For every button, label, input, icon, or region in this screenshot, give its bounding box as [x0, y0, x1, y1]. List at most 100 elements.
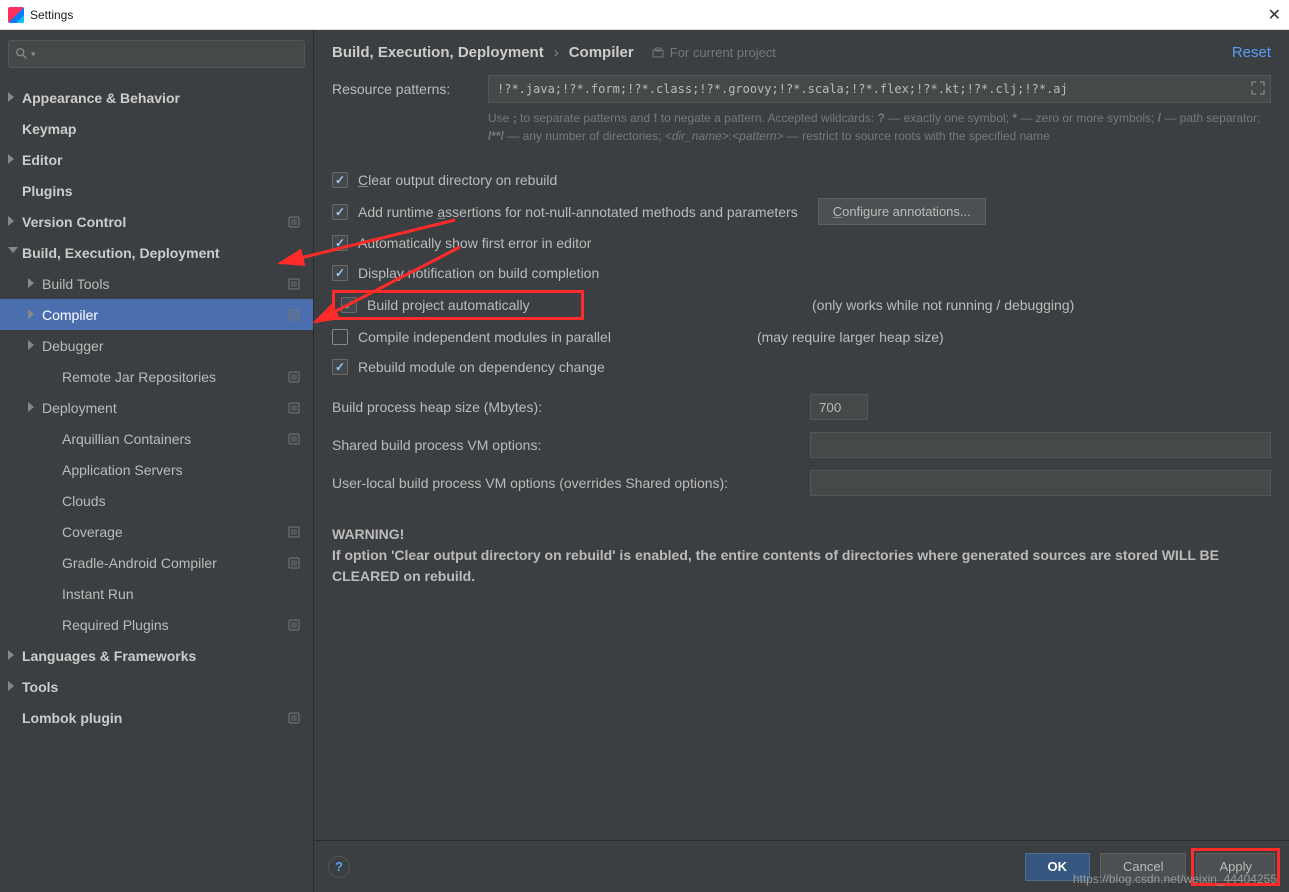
build-auto-highlight: Build project automatically: [332, 290, 584, 320]
tree-item-label: Gradle-Android Compiler: [62, 555, 217, 571]
resource-patterns-hint: Use ; to separate patterns and ! to nega…: [488, 103, 1271, 159]
project-scope-icon: [287, 525, 301, 539]
scope-label: For current project: [652, 45, 776, 60]
close-icon[interactable]: ✕: [1268, 5, 1281, 25]
notification-checkbox[interactable]: [332, 265, 348, 281]
breadcrumb-current: Compiler: [569, 44, 634, 61]
tree-item-languages-frameworks[interactable]: Languages & Frameworks: [0, 640, 313, 671]
chevron-down-icon: ▾: [31, 49, 36, 60]
cancel-button[interactable]: Cancel: [1100, 853, 1186, 881]
project-scope-icon: [287, 556, 301, 570]
project-scope-icon: [287, 432, 301, 446]
help-button[interactable]: ?: [328, 856, 350, 878]
tree-item-appearance-behavior[interactable]: Appearance & Behavior: [0, 82, 313, 113]
tree-item-label: Appearance & Behavior: [22, 90, 180, 106]
tree-item-remote-jar-repositories[interactable]: Remote Jar Repositories: [0, 361, 313, 392]
tree-item-label: Lombok plugin: [22, 710, 122, 726]
project-scope-icon: [287, 308, 301, 322]
project-scope-icon: [287, 215, 301, 229]
parallel-label: Compile independent modules in parallel: [358, 329, 611, 345]
tree-item-build-execution-deployment[interactable]: Build, Execution, Deployment: [0, 237, 313, 268]
notification-label: Display notification on build completion: [358, 265, 599, 281]
tree-item-coverage[interactable]: Coverage: [0, 516, 313, 547]
tree-item-version-control[interactable]: Version Control: [0, 206, 313, 237]
main-panel: Build, Execution, Deployment › Compiler …: [314, 30, 1289, 892]
tree-item-label: Instant Run: [62, 586, 134, 602]
tree-item-editor[interactable]: Editor: [0, 144, 313, 175]
configure-annotations-button[interactable]: Configure annotations...: [818, 198, 986, 225]
project-icon: [652, 47, 664, 59]
tree-item-label: Debugger: [42, 338, 104, 354]
build-auto-note: (only works while not running / debuggin…: [812, 297, 1214, 313]
breadcrumb-parent[interactable]: Build, Execution, Deployment: [332, 44, 544, 61]
chevron-down-icon: [8, 247, 18, 253]
tree-item-required-plugins[interactable]: Required Plugins: [0, 609, 313, 640]
apply-button[interactable]: Apply: [1196, 853, 1275, 881]
search-icon: [15, 47, 29, 61]
user-vm-label: User-local build process VM options (ove…: [332, 475, 810, 491]
shared-vm-label: Shared build process VM options:: [332, 437, 810, 453]
tree-item-tools[interactable]: Tools: [0, 671, 313, 702]
project-scope-icon: [287, 711, 301, 725]
tree-item-application-servers[interactable]: Application Servers: [0, 454, 313, 485]
tree-item-label: Application Servers: [62, 462, 183, 478]
chevron-right-icon: [8, 92, 14, 102]
tree-item-label: Build, Execution, Deployment: [22, 245, 220, 261]
breadcrumb: Build, Execution, Deployment › Compiler …: [314, 30, 1289, 71]
tree-item-clouds[interactable]: Clouds: [0, 485, 313, 516]
tree-item-label: Editor: [22, 152, 62, 168]
rebuild-dep-checkbox[interactable]: [332, 359, 348, 375]
tree-item-label: Clouds: [62, 493, 106, 509]
project-scope-icon: [287, 370, 301, 384]
tree-item-compiler[interactable]: Compiler: [0, 299, 313, 330]
user-vm-input[interactable]: [810, 470, 1271, 496]
tree-item-label: Languages & Frameworks: [22, 648, 196, 664]
project-scope-icon: [287, 401, 301, 415]
tree-item-build-tools[interactable]: Build Tools: [0, 268, 313, 299]
auto-error-checkbox[interactable]: [332, 235, 348, 251]
reset-link[interactable]: Reset: [1232, 44, 1271, 61]
tree-item-deployment[interactable]: Deployment: [0, 392, 313, 423]
tree-item-gradle-android-compiler[interactable]: Gradle-Android Compiler: [0, 547, 313, 578]
chevron-right-icon: [8, 650, 14, 660]
heap-size-input[interactable]: [810, 394, 868, 420]
search-input[interactable]: ▾: [8, 40, 305, 68]
tree-item-label: Version Control: [22, 214, 126, 230]
tree-item-label: Deployment: [42, 400, 117, 416]
tree-item-label: Keymap: [22, 121, 76, 137]
chevron-right-icon: [28, 309, 34, 319]
ok-button[interactable]: OK: [1025, 853, 1091, 881]
tree-item-debugger[interactable]: Debugger: [0, 330, 313, 361]
project-scope-icon: [287, 618, 301, 632]
tree-item-label: Remote Jar Repositories: [62, 369, 216, 385]
chevron-right-icon: [28, 402, 34, 412]
chevron-right-icon: [28, 278, 34, 288]
build-auto-label: Build project automatically: [367, 297, 530, 313]
project-scope-icon: [287, 277, 301, 291]
chevron-right-icon: [8, 681, 14, 691]
shared-vm-input[interactable]: [810, 432, 1271, 458]
app-logo-icon: [8, 7, 24, 23]
clear-output-checkbox[interactable]: [332, 172, 348, 188]
tree-item-arquillian-containers[interactable]: Arquillian Containers: [0, 423, 313, 454]
tree-item-label: Required Plugins: [62, 617, 169, 633]
parallel-checkbox[interactable]: [332, 329, 348, 345]
resource-patterns-input[interactable]: [488, 75, 1271, 103]
tree-item-label: Coverage: [62, 524, 123, 540]
chevron-right-icon: [8, 154, 14, 164]
content: Resource patterns: Use ; to separate pat…: [314, 71, 1289, 840]
chevron-right-icon: ›: [554, 44, 559, 61]
build-auto-checkbox[interactable]: [341, 297, 357, 313]
tree-item-instant-run[interactable]: Instant Run: [0, 578, 313, 609]
tree-item-lombok-plugin[interactable]: Lombok plugin: [0, 702, 313, 733]
resource-patterns-label: Resource patterns:: [332, 75, 488, 97]
tree-item-label: Arquillian Containers: [62, 431, 191, 447]
runtime-assertions-checkbox[interactable]: [332, 204, 348, 220]
tree-item-plugins[interactable]: Plugins: [0, 175, 313, 206]
tree-item-label: Compiler: [42, 307, 98, 323]
warning-text: WARNING! If option 'Clear output directo…: [332, 508, 1271, 603]
chevron-right-icon: [8, 216, 14, 226]
tree-item-keymap[interactable]: Keymap: [0, 113, 313, 144]
expand-icon[interactable]: [1251, 81, 1265, 95]
settings-tree: Appearance & Behavior Keymap Editor Plugins…: [0, 78, 313, 892]
